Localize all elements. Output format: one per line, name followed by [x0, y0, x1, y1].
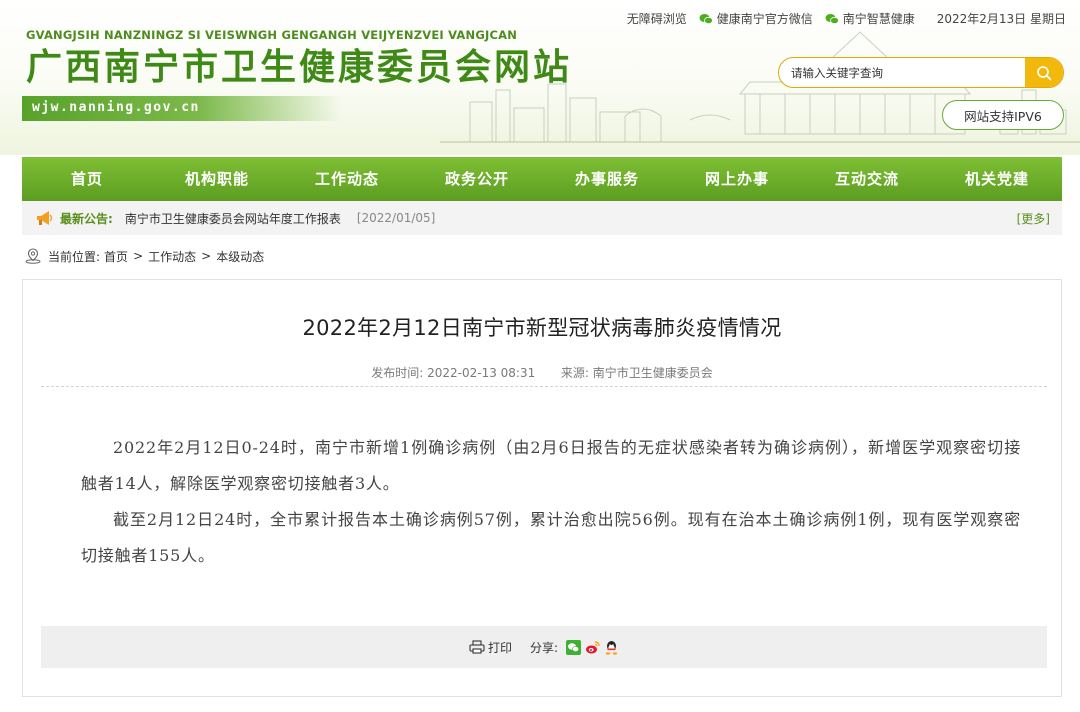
nav-item-services[interactable]: 办事服务: [542, 157, 672, 201]
search-icon: [1037, 65, 1052, 80]
article-title: 2022年2月12日南宁市新型冠状病毒肺炎疫情情况: [302, 316, 782, 340]
breadcrumb-separator: >: [201, 249, 212, 263]
site-title[interactable]: 广西南宁市卫生健康委员会网站: [26, 46, 572, 90]
wechat-official-link-label: 健康南宁官方微信: [716, 12, 813, 26]
breadcrumb-local-news[interactable]: 本级动态: [216, 248, 264, 265]
article-paragraph: 截至2月12日24时，全市累计报告本土确诊病例57例，累计治愈出院56例。现有在…: [81, 510, 1021, 565]
search-button[interactable]: [1025, 58, 1063, 87]
notice-bar: 最新公告: 南宁市卫生健康委员会网站年度工作报表 [2022/01/05] [更…: [22, 201, 1062, 235]
nav-item-interaction[interactable]: 互动交流: [802, 157, 932, 201]
notice-label: 最新公告:: [60, 211, 113, 226]
accessibility-link-label: 无障碍浏览: [626, 12, 687, 26]
breadcrumb-separator: >: [133, 249, 144, 263]
notice-link[interactable]: 南宁市卫生健康委员会网站年度工作报表: [125, 210, 341, 227]
nav-item-party-building[interactable]: 机关党建: [932, 157, 1062, 201]
wechat-icon[interactable]: [566, 639, 582, 655]
article-panel: 2022年2月12日南宁市新型冠状病毒肺炎疫情情况 发布时间: 2022-02-…: [22, 279, 1062, 697]
search-input[interactable]: [791, 58, 1021, 87]
article-divider: [41, 386, 1047, 387]
source-label: 来源:: [560, 366, 589, 380]
nav-item-work-news[interactable]: 工作动态: [282, 157, 412, 201]
site-url: wjw.nanning.gov.cn: [32, 100, 200, 115]
wechat-icon: [699, 13, 713, 24]
notice-date: [2022/01/05]: [356, 211, 436, 225]
weibo-icon[interactable]: [585, 640, 600, 655]
top-links: 无障碍浏览 健康南宁官方微信 南宁智慧健康 2022年2月13日 星期日: [615, 10, 1066, 27]
smart-health-link-label: 南宁智慧健康: [842, 12, 915, 26]
site-url-bar: wjw.nanning.gov.cn: [22, 96, 342, 121]
nav-item-functions[interactable]: 机构职能: [152, 157, 282, 201]
nav-item-public-affairs[interactable]: 政务公开: [412, 157, 542, 201]
main-nav: 首页 机构职能 工作动态 政务公开 办事服务 网上办事 互动交流 机关党建: [22, 157, 1062, 201]
breadcrumb-prefix: 当前位置:: [48, 249, 101, 264]
print-button[interactable]: 打印: [469, 639, 512, 656]
site-pinyin-name: GVANGJSIH NANZNINGZ SI VEISWNGH GENGANGH…: [26, 28, 518, 42]
print-label: 打印: [487, 640, 512, 655]
ipv6-badge[interactable]: 网站支持IPV6: [942, 100, 1064, 130]
site-header: GVANGJSIH NANZNINGZ SI VEISWNGH GENGANGH…: [0, 0, 1080, 155]
notice-more-link[interactable]: [更多]: [1017, 210, 1050, 227]
publish-time-label: 发布时间:: [371, 366, 424, 380]
printer-icon: [469, 640, 485, 654]
article-paragraph: 2022年2月12日0-24时，南宁市新增1例确诊病例（由2月6日报告的无症状感…: [81, 438, 1021, 493]
search-box: [778, 57, 1064, 88]
smart-health-link[interactable]: 南宁智慧健康: [825, 10, 915, 27]
wechat-official-link[interactable]: 健康南宁官方微信: [699, 10, 813, 27]
location-icon: [25, 248, 41, 264]
article-tools-bar: 打印 分享:: [41, 626, 1047, 668]
ipv6-badge-label: 网站支持IPV6: [964, 108, 1042, 124]
breadcrumb: 当前位置: 首页 > 工作动态 > 本级动态: [24, 246, 264, 266]
accessibility-link[interactable]: 无障碍浏览: [627, 10, 687, 27]
source: 南宁市卫生健康委员会: [592, 366, 713, 380]
megaphone-icon: [37, 211, 53, 225]
article-meta: 发布时间: 2022-02-13 08:31 来源: 南宁市卫生健康委员会: [23, 364, 1061, 381]
wechat-icon: [825, 13, 839, 24]
publish-time: 2022-02-13 08:31: [427, 366, 536, 380]
nav-item-online-services[interactable]: 网上办事: [672, 157, 802, 201]
share-label: 分享:: [529, 640, 559, 655]
current-date: 2022年2月13日 星期日: [936, 12, 1066, 26]
breadcrumb-home[interactable]: 首页: [104, 248, 128, 265]
nav-item-home[interactable]: 首页: [22, 157, 152, 201]
qq-icon[interactable]: [604, 640, 619, 655]
breadcrumb-work-news[interactable]: 工作动态: [148, 248, 196, 265]
article-body: 2022年2月12日0-24时，南宁市新增1例确诊病例（由2月6日报告的无症状感…: [81, 430, 1021, 574]
